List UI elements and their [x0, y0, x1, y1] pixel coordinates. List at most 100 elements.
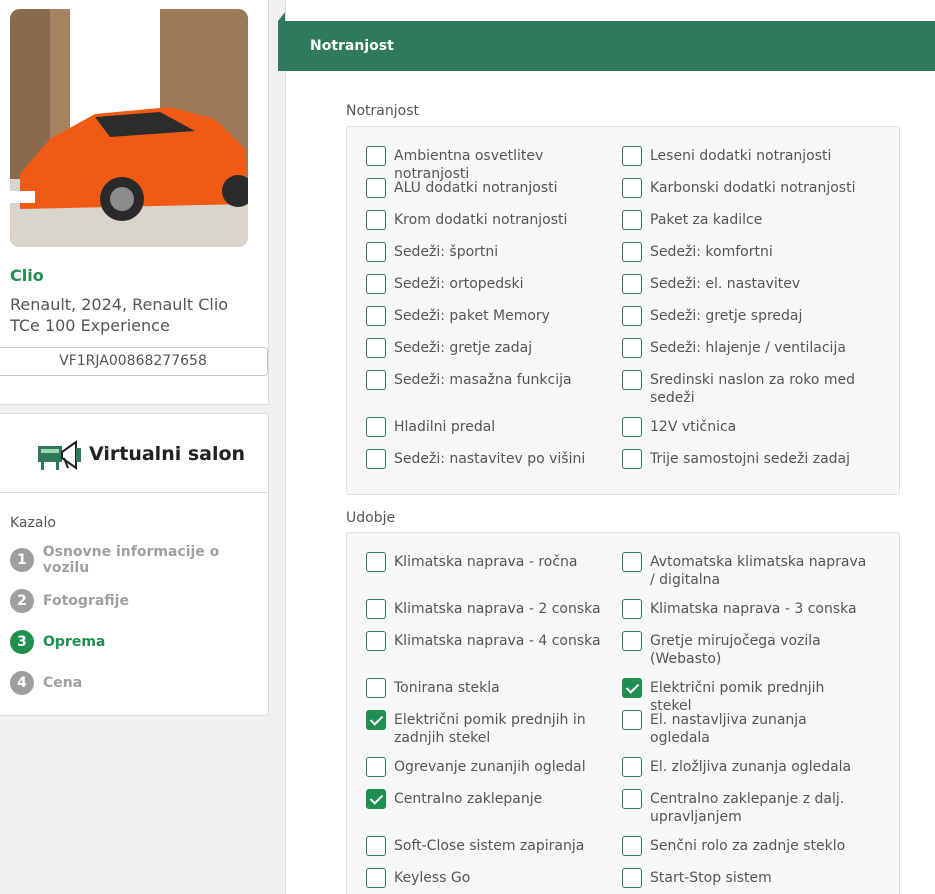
checkbox[interactable] [366, 789, 386, 809]
checkbox[interactable] [622, 338, 642, 358]
option-item[interactable]: Gretje mirujočega vozila (Webasto) [622, 631, 867, 668]
checkbox[interactable] [366, 146, 386, 166]
option-item[interactable]: Sedeži: nastavitev po višini [366, 449, 611, 469]
option-item[interactable]: Centralno zaklepanje [366, 789, 611, 809]
checkbox[interactable] [622, 210, 642, 230]
checkbox[interactable] [622, 678, 642, 698]
checkbox[interactable] [622, 789, 642, 809]
checkbox[interactable] [622, 370, 642, 390]
option-label: El. zložljiva zunanja ogledala [650, 759, 852, 775]
checkbox[interactable] [622, 146, 642, 166]
checkbox[interactable] [366, 417, 386, 437]
checkbox[interactable] [622, 631, 642, 651]
checkbox[interactable] [366, 868, 386, 888]
toc-item-label: Osnovne informacije o vozilu [42, 544, 220, 576]
option-item[interactable]: Start-Stop sistem [622, 868, 867, 888]
checkbox[interactable] [622, 449, 642, 469]
option-label: Klimatska naprava - 2 conska [394, 601, 601, 617]
checkbox[interactable] [366, 631, 386, 651]
toc-item-price[interactable]: 4 Cena [10, 671, 82, 695]
toc-item-basic-info[interactable]: 1 Osnovne informacije o vozilu [10, 544, 268, 576]
option-item[interactable]: Keyless Go [366, 868, 611, 888]
option-item[interactable]: Sedeži: el. nastavitev [622, 274, 867, 294]
checkbox[interactable] [622, 552, 642, 572]
option-item[interactable]: Karbonski dodatki notranjosti [622, 178, 867, 198]
option-label: Centralno zaklepanje [394, 791, 543, 807]
toc-item-photos[interactable]: 2 Fotografije [10, 589, 129, 613]
checkbox[interactable] [366, 836, 386, 856]
checkbox[interactable] [366, 242, 386, 262]
option-label: 12V vtičnica [650, 419, 737, 435]
option-item[interactable]: Električni pomik prednjih in zadnjih ste… [366, 710, 611, 747]
virtual-salon-header: Virtualni salon [0, 414, 268, 493]
option-item[interactable]: Senčni rolo za zadnje steklo [622, 836, 867, 856]
option-label: Sedeži: ortopedski [394, 276, 524, 292]
option-item[interactable]: Sedeži: paket Memory [366, 306, 611, 326]
option-item[interactable]: Avtomatska klimatska naprava / digitalna [622, 552, 867, 589]
checkbox[interactable] [622, 868, 642, 888]
option-label: Tonirana stekla [394, 680, 500, 696]
option-item[interactable]: Hladilni predal [366, 417, 611, 437]
checkbox[interactable] [622, 710, 642, 730]
option-item[interactable]: Klimatska naprava - 2 conska [366, 599, 611, 619]
checkbox[interactable] [366, 338, 386, 358]
option-item[interactable]: Sedeži: ortopedski [366, 274, 611, 294]
option-label: Sedeži: el. nastavitev [650, 276, 801, 292]
option-item[interactable]: 12V vtičnica [622, 417, 867, 437]
option-item[interactable]: Ogrevanje zunanjih ogledal [366, 757, 611, 777]
checkbox[interactable] [622, 306, 642, 326]
option-item[interactable]: Sedeži: masažna funkcija [366, 370, 611, 390]
checkbox[interactable] [622, 242, 642, 262]
option-item[interactable]: Sedeži: komfortni [622, 242, 867, 262]
section-header-bar: Notranjost [278, 21, 935, 71]
option-label: Trije samostojni sedeži zadaj [650, 451, 850, 467]
option-item[interactable]: Sedeži: gretje spredaj [622, 306, 867, 326]
toc-label: Kazalo [10, 515, 56, 531]
virtual-salon-card: Virtualni salon Kazalo 1 Osnovne informa… [0, 413, 269, 716]
checkbox[interactable] [366, 210, 386, 230]
checkbox[interactable] [366, 178, 386, 198]
checkbox[interactable] [622, 836, 642, 856]
option-item[interactable]: El. zložljiva zunanja ogledala [622, 757, 867, 777]
vehicle-title: Clio [10, 266, 44, 285]
option-item[interactable]: Sredinski naslon za roko med sedeži [622, 370, 867, 407]
checkbox[interactable] [366, 274, 386, 294]
option-item[interactable]: Soft-Close sistem zapiranja [366, 836, 611, 856]
option-item[interactable]: ALU dodatki notranjosti [366, 178, 611, 198]
toc-number: 2 [10, 589, 34, 613]
checkbox[interactable] [366, 678, 386, 698]
option-label: Klimatska naprava - ročna [394, 554, 578, 570]
checkbox[interactable] [622, 274, 642, 294]
checkbox[interactable] [366, 710, 386, 730]
option-label: Električni pomik prednjih in zadnjih ste… [394, 712, 586, 746]
option-item[interactable]: Sedeži: hlajenje / ventilacija [622, 338, 867, 358]
option-item[interactable]: Leseni dodatki notranjosti [622, 146, 867, 166]
option-item[interactable]: Tonirana stekla [366, 678, 611, 698]
option-item[interactable]: Klimatska naprava - ročna [366, 552, 611, 572]
option-item[interactable]: Sedeži: gretje zadaj [366, 338, 611, 358]
option-label: El. nastavljiva zunanja ogledala [650, 712, 807, 746]
option-item[interactable]: Centralno zaklepanje z dalj. upravljanje… [622, 789, 867, 826]
checkbox[interactable] [366, 599, 386, 619]
toc-item-equipment[interactable]: 3 Oprema [10, 630, 105, 654]
option-item[interactable]: El. nastavljiva zunanja ogledala [622, 710, 867, 747]
option-item[interactable]: Klimatska naprava - 3 conska [622, 599, 867, 619]
option-item[interactable]: Klimatska naprava - 4 conska [366, 631, 611, 651]
checkbox[interactable] [366, 757, 386, 777]
checkbox[interactable] [622, 599, 642, 619]
checkbox[interactable] [366, 370, 386, 390]
checkbox[interactable] [622, 178, 642, 198]
option-label: Sedeži: gretje zadaj [394, 340, 533, 356]
toc-number: 3 [10, 630, 34, 654]
toc-item-label: Oprema [43, 634, 106, 650]
option-item[interactable]: Sedeži: športni [366, 242, 611, 262]
checkbox[interactable] [622, 757, 642, 777]
toc-item-label: Fotografije [43, 593, 129, 609]
checkbox[interactable] [366, 552, 386, 572]
option-item[interactable]: Trije samostojni sedeži zadaj [622, 449, 867, 469]
option-item[interactable]: Paket za kadilce [622, 210, 867, 230]
option-item[interactable]: Krom dodatki notranjosti [366, 210, 611, 230]
checkbox[interactable] [366, 306, 386, 326]
checkbox[interactable] [622, 417, 642, 437]
checkbox[interactable] [366, 449, 386, 469]
